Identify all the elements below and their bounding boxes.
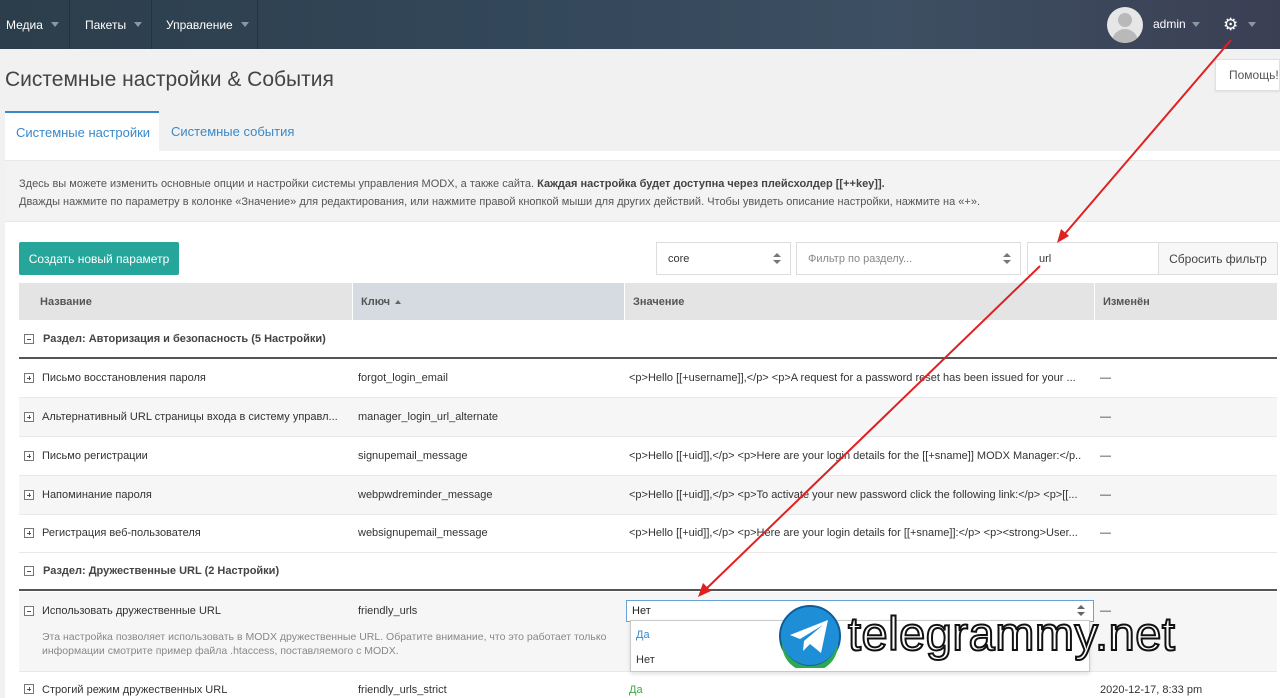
annotation-arrows bbox=[698, 39, 1232, 597]
